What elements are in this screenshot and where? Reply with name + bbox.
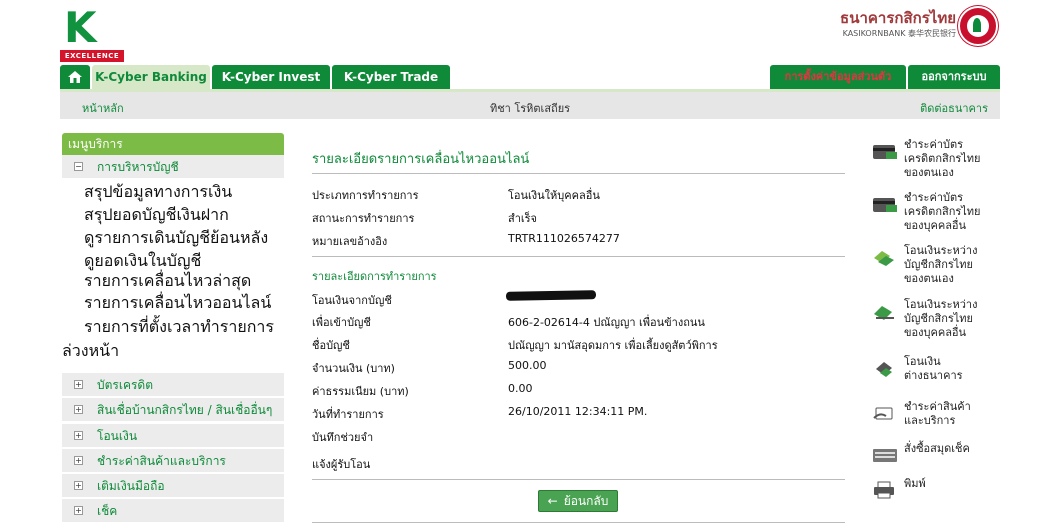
from-account-label: โอนเงินจากบัญชี: [312, 294, 392, 307]
divider: [312, 256, 845, 257]
notify-recipient-label: แจ้งผู้รับโอน: [312, 458, 371, 471]
sidebar-category-label: เช็ค: [97, 504, 118, 518]
print-icon: [874, 481, 894, 499]
page-title: รายละเอียดรายการเคลื่อนไหวออนไลน์: [312, 152, 530, 167]
bill-payment-icon: [873, 407, 893, 420]
transaction-status-value: สำเร็จ: [508, 212, 538, 225]
back-button-label: ย้อนกลับ: [563, 494, 609, 508]
sub-navigation-bar: หน้าหลัก ทิชา โรหิตเสถียร ติดต่อธนาคาร: [60, 89, 1000, 119]
expand-icon: +: [74, 405, 83, 414]
transaction-details-heading: รายละเอียดการทำรายการ: [312, 270, 437, 283]
bank-name-th: ธนาคารกสิกรไทย: [840, 9, 956, 27]
sidebar-item-statement-history[interactable]: ดูรายการเดินบัญชีย้อนหลัง: [84, 228, 268, 248]
tab-personal-settings[interactable]: การตั้งค่าข้อมูลส่วนตัว: [770, 65, 906, 89]
home-tab[interactable]: [60, 65, 90, 89]
sidebar-category-label: โอนเงิน: [97, 429, 138, 443]
expand-icon: +: [74, 506, 83, 515]
reference-number-label: หมายเลขอ้างอิง: [312, 235, 388, 248]
bank-emblem-icon: [958, 6, 998, 46]
kbank-excellence-logo: K EXCELLENCE: [60, 3, 124, 62]
home-icon: [68, 71, 82, 83]
quick-link-label: โอนเงินระหว่าง บัญชีกสิกรไทย ของบุคคลอื่…: [904, 298, 978, 339]
sidebar-category-label: ชำระค่าสินค้าและบริการ: [97, 454, 226, 468]
quick-link-label: ชำระค่าบัตร เครดิตกสิกรไทย ของตนเอง: [904, 138, 981, 179]
user-name: ทิชา โรหิตเสถียร: [489, 102, 571, 115]
expand-icon: +: [74, 431, 83, 440]
account-name-value: ปณัญญา มานัสอุดมการ เพื่อเลี้ยงดูสัตว์พิ…: [508, 339, 718, 352]
amount-label: จำนวนเงิน (บาท): [312, 362, 395, 375]
quick-link-label: โอนเงินระหว่าง บัญชีกสิกรไทย ของตนเอง: [904, 244, 978, 285]
service-menu-title: เมนูบริการ: [62, 133, 284, 155]
sidebar-category-transfer[interactable]: + โอนเงิน: [62, 424, 284, 448]
logo-letter: K: [64, 3, 97, 52]
sidebar-item-scheduled-transactions-cont[interactable]: ล่วงหน้า: [62, 341, 119, 361]
expand-icon: +: [74, 481, 83, 490]
transaction-type-value: โอนเงินให้บุคคลอื่น: [508, 189, 600, 202]
bank-name: ธนาคารกสิกรไทย KASIKORNBANK 泰华农民银行: [840, 8, 956, 40]
tab-k-cyber-invest[interactable]: K-Cyber Invest: [212, 65, 330, 89]
sidebar-item-latest-transactions[interactable]: รายการเคลื่อนไหวล่าสุด: [84, 271, 251, 291]
expand-icon: +: [74, 456, 83, 465]
logo-tag: EXCELLENCE: [60, 50, 124, 62]
sidebar-item-financial-summary[interactable]: สรุปข้อมูลทางการเงิน: [84, 182, 232, 202]
back-arrow-icon: ←: [547, 494, 558, 508]
transaction-date-label: วันที่ทำรายการ: [312, 408, 384, 421]
fee-label: ค่าธรรมเนียม (บาท): [312, 385, 409, 398]
sidebar-item-account-balance[interactable]: ดูยอดเงินในบัญชี: [84, 251, 201, 271]
transaction-type-label: ประเภทการทำรายการ: [312, 189, 419, 202]
sidebar-item-deposit-summary[interactable]: สรุปยอดบัญชีเงินฝาก: [84, 205, 229, 225]
account-name-label: ชื่อบัญชี: [312, 339, 350, 352]
sidebar-category-cheque[interactable]: + เช็ค: [62, 499, 284, 523]
quick-link-label: โอนเงิน ต่างธนาคาร: [904, 355, 963, 382]
sidebar-category-mobile-topup[interactable]: + เติมเงินมือถือ: [62, 474, 284, 498]
contact-bank-link[interactable]: ติดต่อธนาคาร: [920, 99, 988, 117]
transfer-icon: [874, 251, 894, 266]
quick-link-label: ชำระค่าบัตร เครดิตกสิกรไทย ของบุคคลอื่น: [904, 191, 981, 232]
sidebar-category-account-management[interactable]: − การบริหารบัญชี: [62, 155, 284, 179]
sidebar-item-scheduled-transactions[interactable]: รายการที่ตั้งเวลาทำรายการ: [84, 317, 274, 337]
collapse-icon: −: [74, 162, 83, 171]
logout-button[interactable]: ออกจากระบบ: [908, 65, 1000, 89]
main-tabs: K-Cyber Banking K-Cyber Invest K-Cyber T…: [60, 65, 1000, 89]
memo-label: บันทึกช่วยจำ: [312, 431, 374, 444]
quick-link-label: พิมพ์: [904, 477, 926, 490]
transfer-icon: [876, 362, 892, 377]
sidebar-category-label: บัตรเครดิต: [97, 378, 154, 392]
transaction-status-label: สถานะการทำรายการ: [312, 212, 415, 225]
sidebar-item-online-transactions[interactable]: รายการเคลื่อนไหวออนไลน์: [84, 293, 271, 313]
sidebar-category-label: สินเชื่อบ้านกสิกรไทย / สินเชื่ออื่นๆ: [97, 403, 273, 417]
quick-link-label: ชำระค่าสินค้า และบริการ: [904, 400, 971, 427]
expand-icon: +: [74, 380, 83, 389]
transfer-icon: [874, 306, 894, 320]
tab-k-cyber-banking[interactable]: K-Cyber Banking: [92, 65, 210, 89]
reference-number-value: TRTR111026574277: [508, 232, 620, 245]
sidebar-category-label: เติมเงินมือถือ: [97, 479, 165, 493]
sidebar-category-credit-card[interactable]: + บัตรเครดิต: [62, 373, 284, 397]
to-account-label: เพื่อเข้าบัญชี: [312, 316, 371, 329]
sidebar-category-loans[interactable]: + สินเชื่อบ้านกสิกรไทย / สินเชื่ออื่นๆ: [62, 398, 284, 422]
quick-link-label: สั่งซื้อสมุดเช็ค: [904, 442, 970, 455]
cheque-book-icon: [873, 449, 897, 462]
divider: [312, 479, 845, 480]
bank-name-en: KASIKORNBANK 泰华农民银行: [842, 29, 956, 38]
sidebar-category-bill-payment[interactable]: + ชำระค่าสินค้าและบริการ: [62, 449, 284, 473]
to-account-value: 606-2-02614-4 ปณัญญา เพื่อนข้างถนน: [508, 316, 705, 329]
divider: [312, 522, 845, 523]
tab-k-cyber-trade[interactable]: K-Cyber Trade: [332, 65, 450, 89]
divider: [312, 173, 845, 174]
transaction-date-value: 26/10/2011 12:34:11 PM.: [508, 405, 648, 418]
fee-value: 0.00: [508, 382, 533, 395]
back-button[interactable]: ← ย้อนกลับ: [538, 490, 618, 512]
credit-card-icon: [873, 198, 897, 212]
credit-card-icon: [873, 145, 897, 159]
sidebar-category-label: การบริหารบัญชี: [97, 160, 179, 174]
amount-value: 500.00: [508, 359, 547, 372]
redacted-account-number: [505, 290, 597, 301]
